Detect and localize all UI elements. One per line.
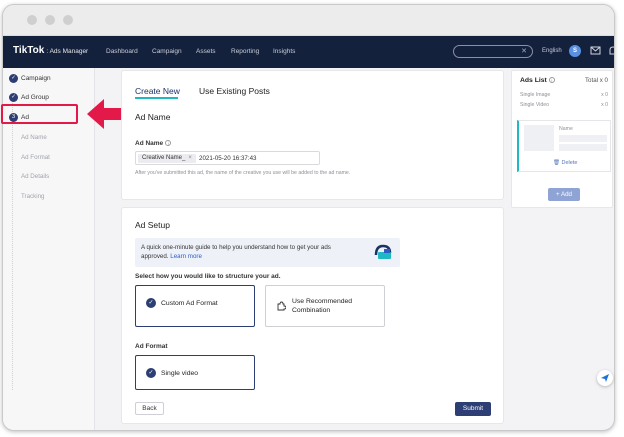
check-circle-icon: ✓ — [146, 298, 156, 308]
search-input[interactable]: ✕ — [453, 45, 533, 58]
field-label-ad-name: Ad Name i — [135, 140, 172, 147]
active-tab-indicator — [135, 97, 178, 99]
guide-banner: A quick one-minute guide to help you und… — [135, 238, 400, 267]
ad-thumbnail-placeholder — [524, 125, 554, 151]
section-heading-ad-name: Ad Name — [135, 112, 171, 122]
nav-link-assets[interactable]: Assets — [196, 48, 216, 55]
ads-type-count: x 0 — [601, 102, 608, 108]
highlight-box — [1, 104, 78, 124]
check-circle-icon: ✓ — [146, 368, 156, 378]
guide-text: A quick one-minute guide to help you und… — [141, 244, 331, 260]
learn-more-link[interactable]: Learn more — [170, 253, 202, 260]
submit-button[interactable]: Submit — [455, 402, 491, 416]
add-ad-button[interactable]: + Add — [548, 188, 580, 201]
sidebar-item-label: Ad Group — [21, 94, 49, 101]
avatar[interactable]: S — [569, 45, 581, 57]
nav-link-reporting[interactable]: Reporting — [231, 48, 259, 55]
video-guide-icon — [374, 244, 392, 259]
ad-name-label: Name — [559, 126, 573, 132]
ad-name-placeholder — [559, 135, 607, 142]
section-heading-ad-setup: Ad Setup — [135, 220, 170, 230]
ads-type-label: Single Image — [520, 92, 551, 98]
feedback-button[interactable] — [597, 370, 613, 386]
ad-name-hint: After you've submitted this ad, the name… — [135, 170, 351, 176]
sidebar-item-campaign[interactable]: ✓ Campaign — [3, 70, 95, 88]
option-custom-ad-format[interactable]: ✓ Custom Ad Format — [135, 285, 255, 327]
tab-use-existing-posts[interactable]: Use Existing Posts — [199, 86, 270, 96]
window-control-dot[interactable] — [27, 15, 37, 25]
nav-link-campaign[interactable]: Campaign — [152, 48, 182, 55]
language-selector[interactable]: English — [542, 48, 562, 54]
nav-link-insights[interactable]: Insights — [273, 48, 295, 55]
ads-list-title: Ads List i — [520, 77, 555, 84]
creative-name-chip[interactable]: Creative Name_ × — [138, 154, 196, 163]
window-control-dot[interactable] — [63, 15, 73, 25]
send-icon — [601, 374, 609, 382]
check-circle-icon: ✓ — [9, 93, 18, 102]
tiktok-ads-logo[interactable]: TikTok: Ads Manager — [13, 45, 88, 56]
delete-ad-button[interactable]: 🗑 Delete — [553, 160, 577, 166]
clear-search-icon[interactable]: ✕ — [521, 47, 527, 57]
option-single-video[interactable]: ✓ Single video — [135, 355, 255, 390]
ads-total-count: Total x 0 — [584, 77, 608, 84]
option-label: Custom Ad Format — [161, 300, 218, 307]
check-circle-icon: ✓ — [9, 74, 18, 83]
ad-name-input[interactable]: Creative Name_ × 2021-05-20 16:37:43 — [135, 151, 320, 165]
ads-type-label: Single Video — [520, 102, 550, 108]
window-control-dot[interactable] — [45, 15, 55, 25]
info-icon: i — [548, 77, 555, 84]
sidebar-sub-item-ad-format[interactable]: Ad Format — [21, 154, 50, 161]
notification-icon[interactable] — [609, 45, 615, 57]
option-label: Use Recommended Combination — [292, 298, 353, 314]
ad-name-date-value: 2021-05-20 16:37:43 — [199, 155, 257, 162]
option-recommended-combination[interactable]: Use Recommended Combination — [265, 285, 385, 327]
ad-preview-card[interactable]: Name 🗑 Delete — [517, 120, 611, 172]
field-label-ad-format: Ad Format — [135, 343, 168, 350]
browser-title-bar — [3, 5, 614, 36]
top-navigation-bar: TikTok: Ads Manager Dashboard Campaign A… — [3, 36, 614, 68]
ads-type-count: x 0 — [601, 92, 608, 98]
structure-prompt: Select how you would like to structure y… — [135, 273, 281, 280]
puzzle-icon — [277, 301, 286, 311]
ad-name-placeholder — [559, 144, 607, 151]
info-icon: i — [165, 140, 172, 147]
sidebar-sub-item-tracking[interactable]: Tracking — [21, 193, 45, 200]
tab-create-new[interactable]: Create New — [135, 86, 180, 96]
sidebar-sub-item-ad-name[interactable]: Ad Name — [21, 134, 47, 141]
message-icon[interactable] — [590, 45, 601, 56]
sidebar-divider — [12, 100, 13, 390]
remove-chip-icon[interactable]: × — [188, 155, 192, 161]
nav-link-dashboard[interactable]: Dashboard — [106, 48, 138, 55]
option-label: Single video — [161, 370, 199, 377]
sidebar-item-label: Campaign — [21, 75, 51, 82]
trash-icon: 🗑 — [553, 160, 560, 166]
sidebar-sub-item-ad-details[interactable]: Ad Details — [21, 173, 49, 180]
back-button[interactable]: Back — [135, 402, 164, 415]
